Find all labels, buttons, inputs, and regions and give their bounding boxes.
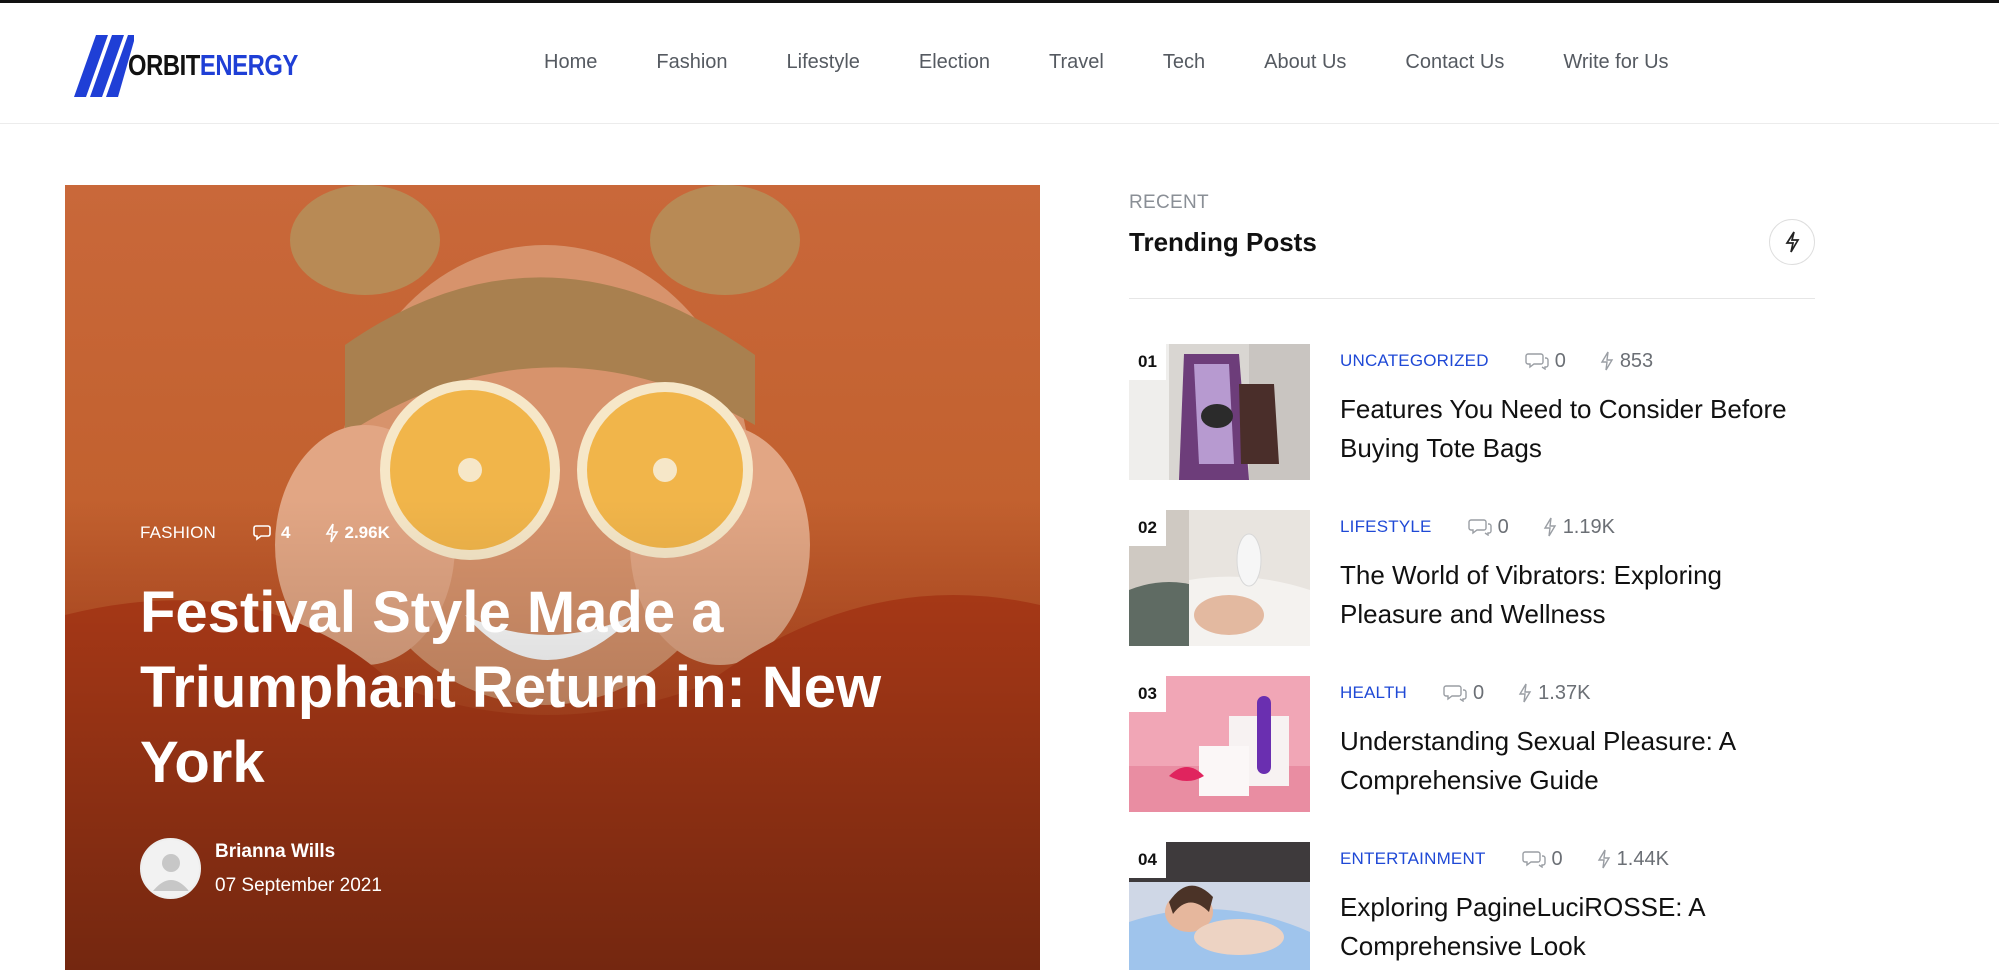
nav-election[interactable]: Election bbox=[919, 51, 990, 74]
post-comments-count: 0 bbox=[1473, 681, 1485, 704]
post-views-count: 853 bbox=[1619, 349, 1654, 372]
rank-number: 01 bbox=[1129, 344, 1166, 380]
trending-post[interactable]: 03 HEALTH 0 1.37K Understanding Sexual P… bbox=[1129, 676, 1815, 812]
post-thumbnail[interactable]: 04 bbox=[1129, 842, 1310, 970]
comments-icon bbox=[1524, 353, 1549, 370]
main-nav: Home Fashion Lifestyle Election Travel T… bbox=[544, 51, 1728, 74]
avatar bbox=[140, 838, 201, 899]
trending-post[interactable]: 01 UNCATEGORIZED 0 853 Features You Need… bbox=[1129, 344, 1815, 480]
post-title-link[interactable]: Exploring PagineLuciROSSE: A Comprehensi… bbox=[1340, 888, 1820, 966]
post-views: 1.37K bbox=[1518, 682, 1590, 705]
section-heading: Trending Posts bbox=[1129, 227, 1317, 257]
post-date: 07 September 2021 bbox=[215, 874, 382, 896]
bolt-icon bbox=[1597, 849, 1610, 869]
post-comments[interactable]: 0 bbox=[1443, 682, 1484, 705]
comments-icon bbox=[1467, 519, 1492, 536]
post-thumbnail[interactable]: 03 bbox=[1129, 676, 1310, 812]
author-name[interactable]: Brianna Wills bbox=[215, 841, 382, 863]
nav-about-us[interactable]: About Us bbox=[1264, 51, 1346, 74]
logo-text-orbit: ORBIT bbox=[128, 49, 200, 82]
hero-meta: FASHION 4 2.96K bbox=[140, 523, 424, 543]
post-views: 853 bbox=[1600, 350, 1653, 373]
post-views: 1.44K bbox=[1597, 848, 1669, 871]
trending-button[interactable] bbox=[1769, 219, 1815, 265]
post-comments[interactable]: 0 bbox=[1524, 349, 1566, 373]
post-title-link[interactable]: Features You Need to Consider Before Buy… bbox=[1340, 390, 1820, 468]
trending-post[interactable]: 02 LIFESTYLE 0 1.19K The World of Vibrat… bbox=[1129, 510, 1815, 646]
trending-sidebar: RECENT Trending Posts 01 UNCATEGORIZED 0… bbox=[1129, 185, 1815, 970]
logo-stripes-icon bbox=[74, 35, 134, 97]
bolt-icon bbox=[1543, 517, 1556, 537]
section-kicker: RECENT bbox=[1129, 192, 1209, 213]
rank-number: 02 bbox=[1129, 510, 1166, 546]
post-category-link[interactable]: HEALTH bbox=[1340, 683, 1407, 703]
hero-views: 2.96K bbox=[325, 523, 390, 543]
post-views: 1.19K bbox=[1543, 516, 1615, 539]
rank-number: 03 bbox=[1129, 676, 1166, 712]
nav-tech[interactable]: Tech bbox=[1163, 51, 1205, 74]
nav-write-for-us[interactable]: Write for Us bbox=[1563, 51, 1668, 74]
comments-icon bbox=[1443, 685, 1467, 702]
hero-comments[interactable]: 4 bbox=[253, 523, 291, 543]
post-comments-count: 0 bbox=[1497, 515, 1509, 538]
trending-post[interactable]: 04 ENTERTAINMENT 0 1.44K Exploring Pagin… bbox=[1129, 842, 1815, 970]
post-thumbnail[interactable]: 01 bbox=[1129, 344, 1310, 480]
section-divider bbox=[1129, 298, 1815, 299]
hero-title[interactable]: Festival Style Made a Triumphant Return … bbox=[140, 575, 920, 800]
bolt-icon bbox=[1518, 683, 1532, 703]
nav-contact-us[interactable]: Contact Us bbox=[1405, 51, 1504, 74]
post-views-count: 1.44K bbox=[1616, 847, 1669, 870]
bolt-icon bbox=[1600, 351, 1614, 371]
post-category-link[interactable]: UNCATEGORIZED bbox=[1340, 351, 1489, 371]
nav-fashion[interactable]: Fashion bbox=[656, 51, 727, 74]
post-category-link[interactable]: LIFESTYLE bbox=[1340, 517, 1432, 537]
post-comments-count: 0 bbox=[1551, 847, 1563, 870]
post-comments[interactable]: 0 bbox=[1521, 847, 1563, 871]
hero-comments-count: 4 bbox=[281, 523, 291, 542]
bolt-icon bbox=[1785, 231, 1800, 253]
post-category-link[interactable]: ENTERTAINMENT bbox=[1340, 849, 1486, 869]
logo-text-energy: ENERGY bbox=[199, 49, 298, 82]
hero-author[interactable]: Brianna Wills 07 September 2021 bbox=[140, 838, 382, 899]
site-logo[interactable]: ORBITENERGY bbox=[72, 33, 335, 99]
post-title-link[interactable]: The World of Vibrators: Exploring Pleasu… bbox=[1340, 556, 1820, 634]
bolt-icon bbox=[325, 523, 338, 543]
comments-icon bbox=[1521, 851, 1546, 868]
post-comments-count: 0 bbox=[1554, 349, 1566, 372]
site-header: ORBITENERGY Home Fashion Lifestyle Elect… bbox=[0, 3, 1999, 124]
featured-post[interactable]: FASHION 4 2.96K Festival Style Made a Tr… bbox=[65, 185, 1040, 970]
post-title-link[interactable]: Understanding Sexual Pleasure: A Compreh… bbox=[1340, 722, 1820, 800]
comments-icon bbox=[253, 525, 271, 541]
hero-category-link[interactable]: FASHION bbox=[140, 523, 216, 543]
nav-travel[interactable]: Travel bbox=[1049, 51, 1104, 74]
post-views-count: 1.37K bbox=[1538, 681, 1591, 704]
post-comments[interactable]: 0 bbox=[1467, 515, 1509, 539]
logo-wordmark: ORBITENERGY bbox=[128, 50, 298, 83]
rank-number: 04 bbox=[1129, 842, 1166, 878]
nav-lifestyle[interactable]: Lifestyle bbox=[787, 51, 860, 74]
post-views-count: 1.19K bbox=[1562, 515, 1615, 538]
nav-home[interactable]: Home bbox=[544, 51, 597, 74]
user-icon bbox=[152, 853, 189, 891]
post-thumbnail[interactable]: 02 bbox=[1129, 510, 1310, 646]
hero-views-count: 2.96K bbox=[344, 523, 390, 542]
